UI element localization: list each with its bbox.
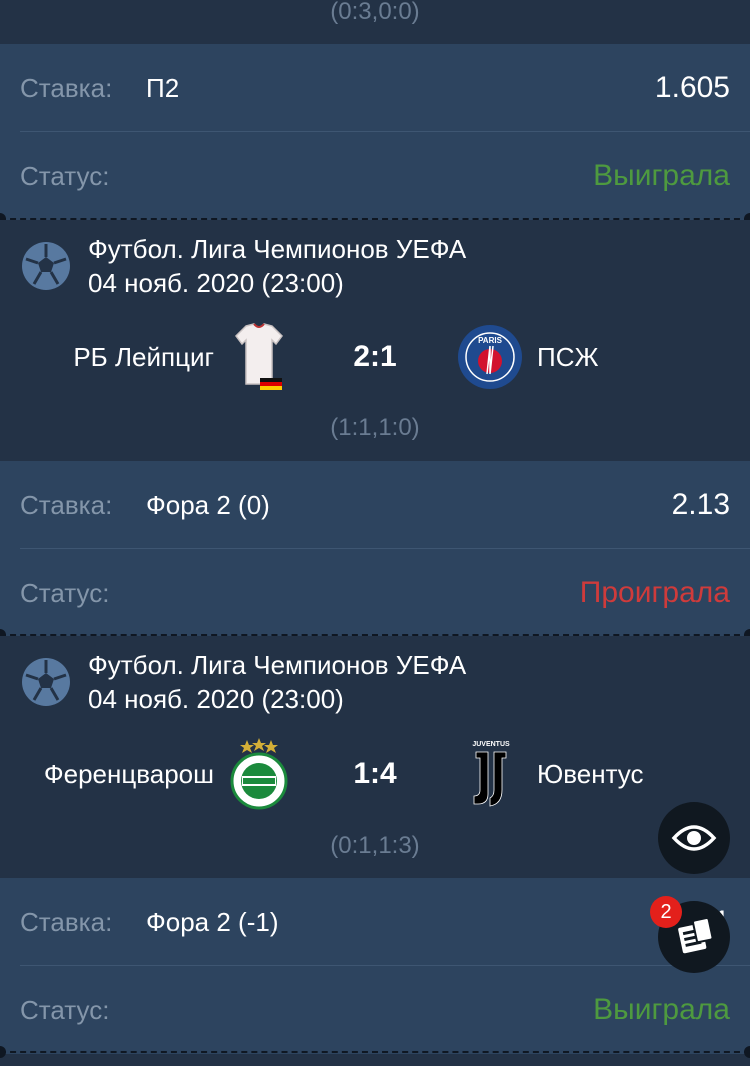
- bet-details-1: Ставка: П2 1.605 Статус: Выиграла: [0, 44, 750, 220]
- match-card-1-header: (0:3,0:0): [0, 0, 750, 44]
- halftime-scores: (0:3,0:0): [330, 0, 420, 25]
- away-team-name: Ювентус: [537, 759, 644, 789]
- match-card-3[interactable]: Футбол. Лига Чемпионов УЕФА 04 нояб. 202…: [0, 636, 750, 878]
- status-row: Статус: Выиграла: [0, 966, 750, 1054]
- league-title: Футбол. Лига Чемпионов УЕФА: [88, 234, 467, 264]
- status-label: Статус:: [20, 995, 110, 1025]
- league-title: Футбол. Лига Чемпионов УЕФА: [88, 650, 467, 680]
- ticket-divider: [0, 1051, 750, 1053]
- status-value: Выиграла: [593, 159, 730, 192]
- match-score: 2:1: [353, 340, 397, 373]
- halftime-scores: (0:1,1:3): [330, 832, 420, 859]
- bet-row: Ставка: Фора 2 (-1) 2.21: [0, 878, 750, 966]
- match-date: 04 нояб. 2020 (23:00): [88, 684, 344, 714]
- bet-label: Ставка:: [20, 73, 113, 103]
- status-label: Статус:: [20, 578, 110, 608]
- bet-details-3: Ставка: Фора 2 (-1) 2.21 Статус: Выиграл…: [0, 878, 750, 1054]
- halftime-scores: (1:1,1:0): [330, 414, 420, 441]
- match-card-2[interactable]: Футбол. Лига Чемпионов УЕФА 04 нояб. 202…: [0, 220, 750, 461]
- eye-icon: [671, 825, 717, 851]
- bet-label: Ставка:: [20, 490, 113, 520]
- bet-odds: 2.13: [671, 488, 730, 521]
- ticket-notch-right: [744, 1046, 750, 1058]
- svg-text:PARIS: PARIS: [478, 336, 503, 345]
- status-value: Проиграла: [579, 576, 730, 609]
- match-date: 04 нояб. 2020 (23:00): [88, 268, 344, 298]
- juventus-logo-icon: JUVENTUS: [472, 741, 510, 807]
- soccer-ball-icon: [22, 242, 70, 290]
- bet-row: Ставка: Фора 2 (0) 2.13: [0, 461, 750, 549]
- bet-details-2: Ставка: Фора 2 (0) 2.13 Статус: Проиграл…: [0, 461, 750, 637]
- status-value: Выиграла: [593, 993, 730, 1026]
- bet-name: Фора 2 (-1): [146, 907, 279, 937]
- bet-name: Фора 2 (0): [146, 490, 270, 520]
- coupon-count-badge: 2: [650, 896, 682, 928]
- bet-label: Ставка:: [20, 907, 113, 937]
- psg-logo-icon: PARIS: [458, 325, 522, 389]
- bet-odds: 1.605: [654, 71, 730, 104]
- eye-button[interactable]: [658, 802, 730, 874]
- bet-row: Ставка: П2 1.605: [0, 44, 750, 132]
- status-row: Статус: Выиграла: [0, 132, 750, 220]
- soccer-ball-icon: [22, 658, 70, 706]
- bet-name: П2: [146, 73, 180, 103]
- status-row: Статус: Проиграла: [0, 549, 750, 637]
- away-team-name: ПСЖ: [537, 342, 599, 372]
- status-label: Статус:: [20, 161, 110, 191]
- svg-text:JUVENTUS: JUVENTUS: [472, 741, 510, 748]
